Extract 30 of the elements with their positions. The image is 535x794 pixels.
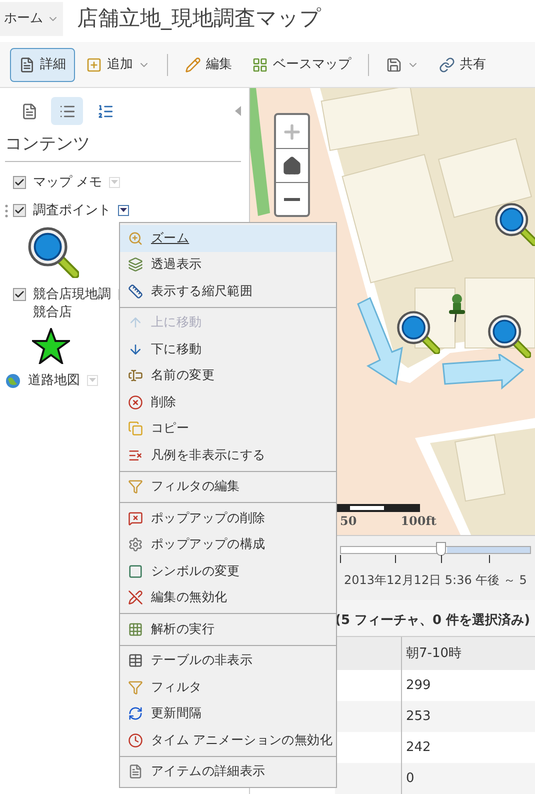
- menu-item[interactable]: 編集の無効化: [120, 584, 336, 611]
- scale-label: 100ft: [400, 513, 436, 530]
- menu-item[interactable]: タイム アニメーションの無効化: [120, 727, 336, 754]
- menu-item[interactable]: フィルタ: [120, 674, 336, 700]
- table-cell-text: 242: [405, 738, 432, 757]
- menu-item[interactable]: シンボルの変更: [120, 558, 336, 584]
- menu-item[interactable]: ズーム: [120, 225, 336, 252]
- menu-item[interactable]: 解析の実行: [120, 616, 336, 642]
- layer-name: 道路地図: [28, 372, 80, 390]
- menu-item[interactable]: アイテムの詳細表示: [120, 758, 336, 785]
- table-cell-text: 0: [405, 770, 416, 788]
- table-cell-text: 253: [405, 708, 432, 726]
- menu-item[interactable]: テーブルの非表示: [120, 648, 336, 674]
- time-range-text: 2013年12月12日 5:36 午後 ～ 5: [344, 572, 528, 590]
- map-title: 店舗立地_現地調査マップ: [77, 5, 322, 32]
- layer-name: マップ メモ: [33, 174, 102, 192]
- table-cell-text: 299: [405, 676, 432, 695]
- toolbar-button[interactable]: 編集: [176, 48, 241, 82]
- home-menu[interactable]: ホーム: [0, 2, 63, 36]
- layer-name: 調査ポイント: [33, 202, 111, 220]
- sublayer-name: 競合店: [33, 304, 73, 322]
- menu-item[interactable]: フィルタの編集: [120, 474, 336, 500]
- contents-heading: コンテンツ: [5, 132, 241, 162]
- scale-label: 50: [340, 513, 357, 530]
- toolbar-button[interactable]: 共有: [430, 48, 495, 82]
- menu-item[interactable]: 更新間隔: [120, 700, 336, 727]
- toolbar-button[interactable]: ベースマップ: [243, 48, 360, 82]
- layer-name: 競合店現地調: [33, 286, 111, 304]
- toolbar-button[interactable]: 詳細: [10, 48, 75, 82]
- toolbar-button[interactable]: 追加: [77, 48, 159, 82]
